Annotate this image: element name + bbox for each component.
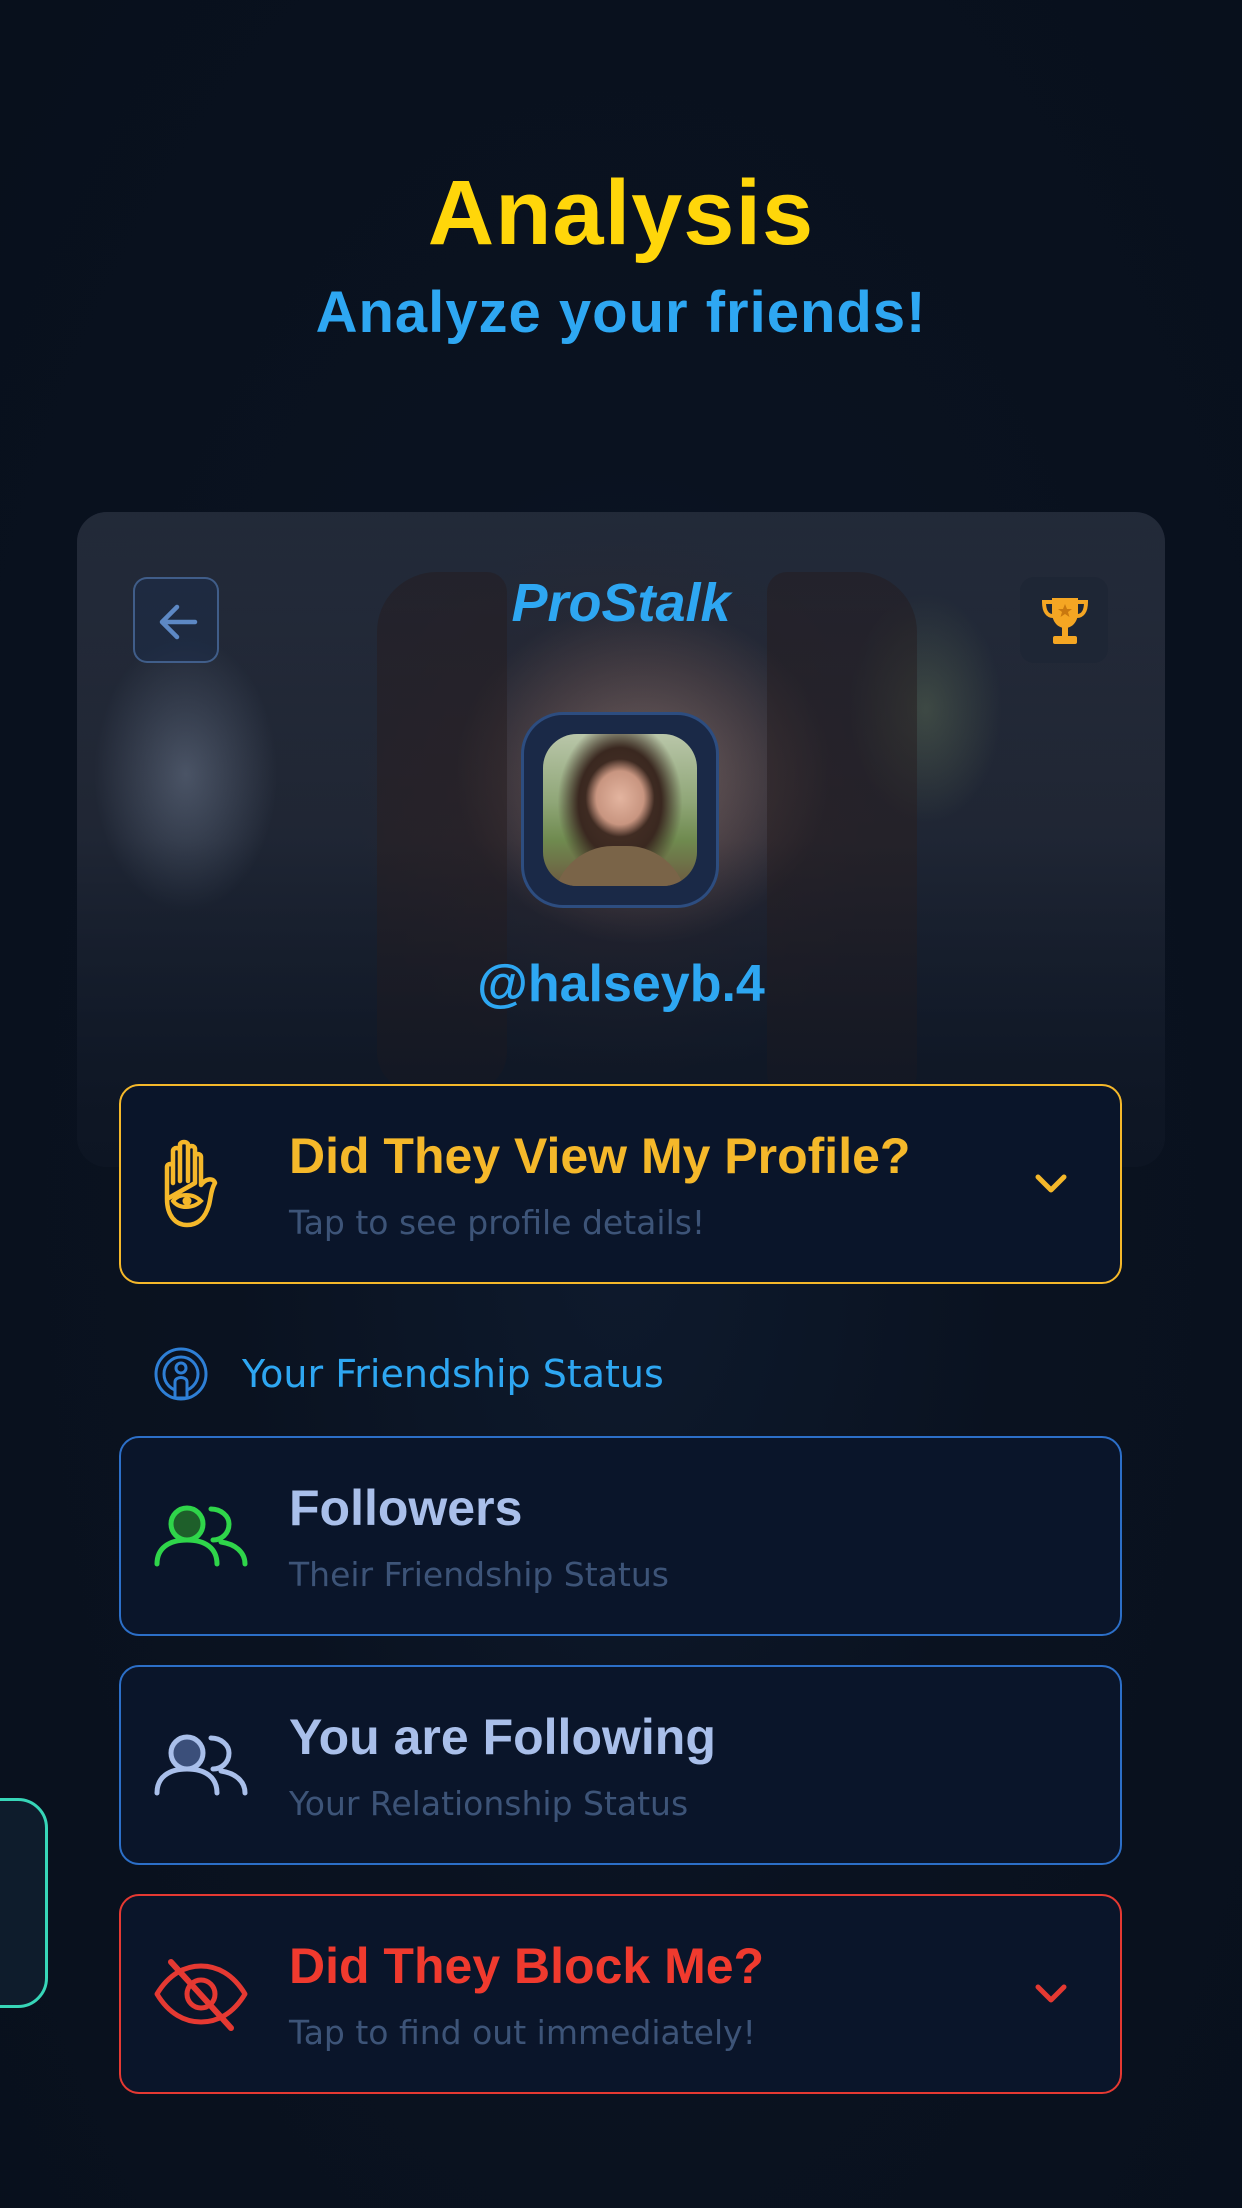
avatar-photo-detail bbox=[553, 846, 687, 886]
hamsa-eye-icon bbox=[164, 1139, 218, 1228]
side-drawer-tab[interactable] bbox=[0, 1798, 48, 2008]
trophy-icon bbox=[1041, 598, 1089, 644]
trophy-button[interactable] bbox=[1020, 577, 1108, 663]
following-title: You are Following bbox=[289, 1709, 716, 1765]
chevron-down-icon bbox=[1035, 1174, 1067, 1193]
page-title: Analysis bbox=[427, 162, 815, 264]
followers-title: Followers bbox=[289, 1480, 523, 1536]
podcast-person-icon bbox=[154, 1347, 208, 1401]
followers-subtitle: Their Friendship Status bbox=[289, 1555, 669, 1594]
profile-username: @halseyb.4 bbox=[477, 955, 765, 1013]
users-icon bbox=[154, 1734, 248, 1796]
avatar[interactable] bbox=[543, 734, 697, 886]
block-check-title: Did They Block Me? bbox=[289, 1938, 765, 1994]
following-card[interactable]: You are Following Your Relationship Stat… bbox=[119, 1665, 1122, 1865]
users-icon bbox=[154, 1505, 248, 1567]
section-label-text: Your Friendship Status bbox=[242, 1352, 664, 1396]
view-profile-card[interactable]: Did They View My Profile? Tap to see pro… bbox=[119, 1084, 1122, 1284]
following-subtitle: Your Relationship Status bbox=[289, 1784, 689, 1823]
followers-card[interactable]: Followers Their Friendship Status bbox=[119, 1436, 1122, 1636]
block-check-card[interactable]: Did They Block Me? Tap to find out immed… bbox=[119, 1894, 1122, 2094]
page-subtitle: Analyze your friends! bbox=[315, 280, 927, 345]
view-profile-title: Did They View My Profile? bbox=[289, 1128, 911, 1184]
eye-slash-icon bbox=[154, 1959, 248, 2031]
view-profile-subtitle: Tap to see profile details! bbox=[289, 1203, 706, 1242]
block-check-subtitle: Tap to find out immediately! bbox=[289, 2013, 756, 2052]
chevron-down-icon bbox=[1035, 1984, 1067, 2003]
